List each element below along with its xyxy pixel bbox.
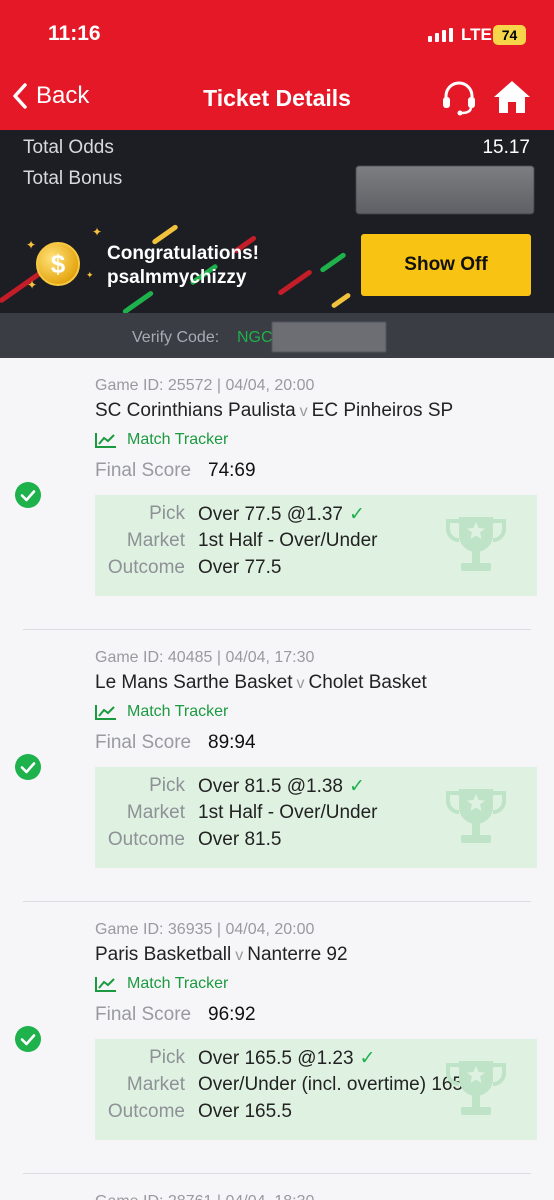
bet-item: Game ID: 25572 | 04/04, 20:00 SC Corinth… [0,358,554,630]
versus-label: v [235,947,244,964]
game-id: Game ID: 40485 | 04/04, 17:30 [95,649,315,666]
pick-value: Over 81.5 @1.38 ✓ [198,776,365,797]
game-id: Game ID: 36935 | 04/04, 20:00 [95,921,315,938]
decor-streak [277,268,313,297]
decor-streak [121,290,155,313]
outcome-value: Over 77.5 [198,557,282,578]
chart-icon [95,433,116,448]
bet-item: Game ID: 40485 | 04/04, 17:30 Le Mans Sa… [0,630,554,902]
headset-icon[interactable] [440,80,478,116]
match-teams: Le Mans Sarthe Basket v Cholet Basket [95,672,427,694]
star-icon: ✦ [86,270,94,280]
check-circle-icon [15,1026,41,1052]
final-score-label: Final Score [95,732,192,753]
pick-value: Over 165.5 @1.23 ✓ [198,1048,376,1069]
outcome-value: Over 81.5 [198,829,282,850]
away-team: EC Pinheiros SP [311,400,454,421]
market-value: 1st Half - Over/Under [198,530,378,551]
pick-label: Pick [149,775,185,796]
trophy-icon [446,517,506,571]
network-type: LTE [461,25,492,44]
congrats-title: Congratulations! [107,243,259,264]
home-team: Paris Basketball [95,944,232,965]
bet-list: Game ID: 25572 | 04/04, 20:00 SC Corinth… [0,358,554,1200]
verify-code-label: Verify Code: [132,329,220,346]
match-tracker-link[interactable]: Match Tracker [95,703,228,721]
market-value: Over/Under (incl. overtime) 165.5 [198,1074,479,1095]
match-teams: SC Corinthians Paulista v EC Pinheiros SP [95,400,453,422]
final-score-label: Final Score [95,1004,192,1025]
congrats-username: psalmmychizzy [107,267,247,288]
versus-label: v [296,675,305,692]
market-label: Market [126,1074,185,1095]
market-value: 1st Half - Over/Under [198,802,378,823]
redacted-bonus [356,166,534,214]
outcome-label: Outcome [107,557,185,578]
nav-bar: Back Ticket Details [0,66,554,130]
chart-icon [95,977,116,992]
star-icon: ✦ [27,278,38,292]
check-circle-icon [15,482,41,508]
star-icon: ✦ [26,238,37,252]
bet-item: Game ID: 28761 | 04/04, 18:30 [0,1174,554,1200]
decor-streak [151,223,179,246]
match-tracker-link[interactable]: Match Tracker [95,431,228,449]
outcome-label: Outcome [107,1101,185,1122]
outcome-label: Outcome [107,829,185,850]
trophy-icon [446,789,506,843]
ticket-summary: Total Odds 15.17 Total Bonus [0,130,554,220]
away-team: Nanterre 92 [247,944,348,965]
game-id: Game ID: 25572 | 04/04, 20:00 [95,377,315,394]
away-team: Cholet Basket [308,672,427,693]
status-time: 11:16 [48,22,101,45]
market-label: Market [126,802,185,823]
final-score-label: Final Score [95,460,192,481]
final-score-value: 96:92 [208,1004,256,1025]
star-icon: ✦ [92,225,103,239]
check-circle-icon [15,754,41,780]
pick-label: Pick [149,1047,185,1068]
congrats-banner: ✦ ✦ ✦ ✦ $ Congratulations! psalmmychizzy… [0,220,554,313]
match-teams: Paris Basketball v Nanterre 92 [95,944,348,966]
status-bar: 11:16 LTE 74 [0,0,554,66]
total-odds-label: Total Odds [23,137,114,158]
signal-icon [428,28,453,42]
show-off-button[interactable]: Show Off [361,234,531,296]
match-tracker-link[interactable]: Match Tracker [95,975,228,993]
pick-details: Pick Over 77.5 @1.37 ✓ Market 1st Half - … [95,495,537,596]
trophy-icon [446,1061,506,1115]
battery-icon: 74 [493,25,526,45]
redacted-code [272,322,386,352]
bet-item: Game ID: 36935 | 04/04, 20:00 Paris Bask… [0,902,554,1174]
match-tracker-label: Match Tracker [127,703,229,720]
chart-icon [95,705,116,720]
tick-icon: ✓ [348,504,365,525]
pick-details: Pick Over 165.5 @1.23 ✓ Market Over/Under… [95,1039,537,1140]
versus-label: v [299,403,308,420]
tick-icon: ✓ [348,776,365,797]
outcome-value: Over 165.5 [198,1101,292,1122]
final-score-value: 89:94 [208,732,256,753]
match-tracker-label: Match Tracker [127,975,229,992]
pick-label: Pick [149,503,185,524]
verify-code-bar: Verify Code: NGC 37FV [0,313,554,358]
total-odds-value: 15.17 [482,137,530,158]
final-score-value: 74:69 [208,460,256,481]
market-label: Market [126,530,185,551]
match-tracker-label: Match Tracker [127,431,229,448]
decor-streak [319,251,347,274]
home-icon[interactable] [492,78,532,116]
tick-icon: ✓ [359,1048,376,1069]
home-team: SC Corinthians Paulista [95,400,296,421]
total-bonus-label: Total Bonus [23,168,123,189]
home-team: Le Mans Sarthe Basket [95,672,293,693]
pick-details: Pick Over 81.5 @1.38 ✓ Market 1st Half - … [95,767,537,868]
coin-icon: $ [36,242,80,286]
game-id: Game ID: 28761 | 04/04, 18:30 [95,1193,314,1200]
pick-value: Over 77.5 @1.37 ✓ [198,504,365,525]
decor-streak [330,292,352,309]
